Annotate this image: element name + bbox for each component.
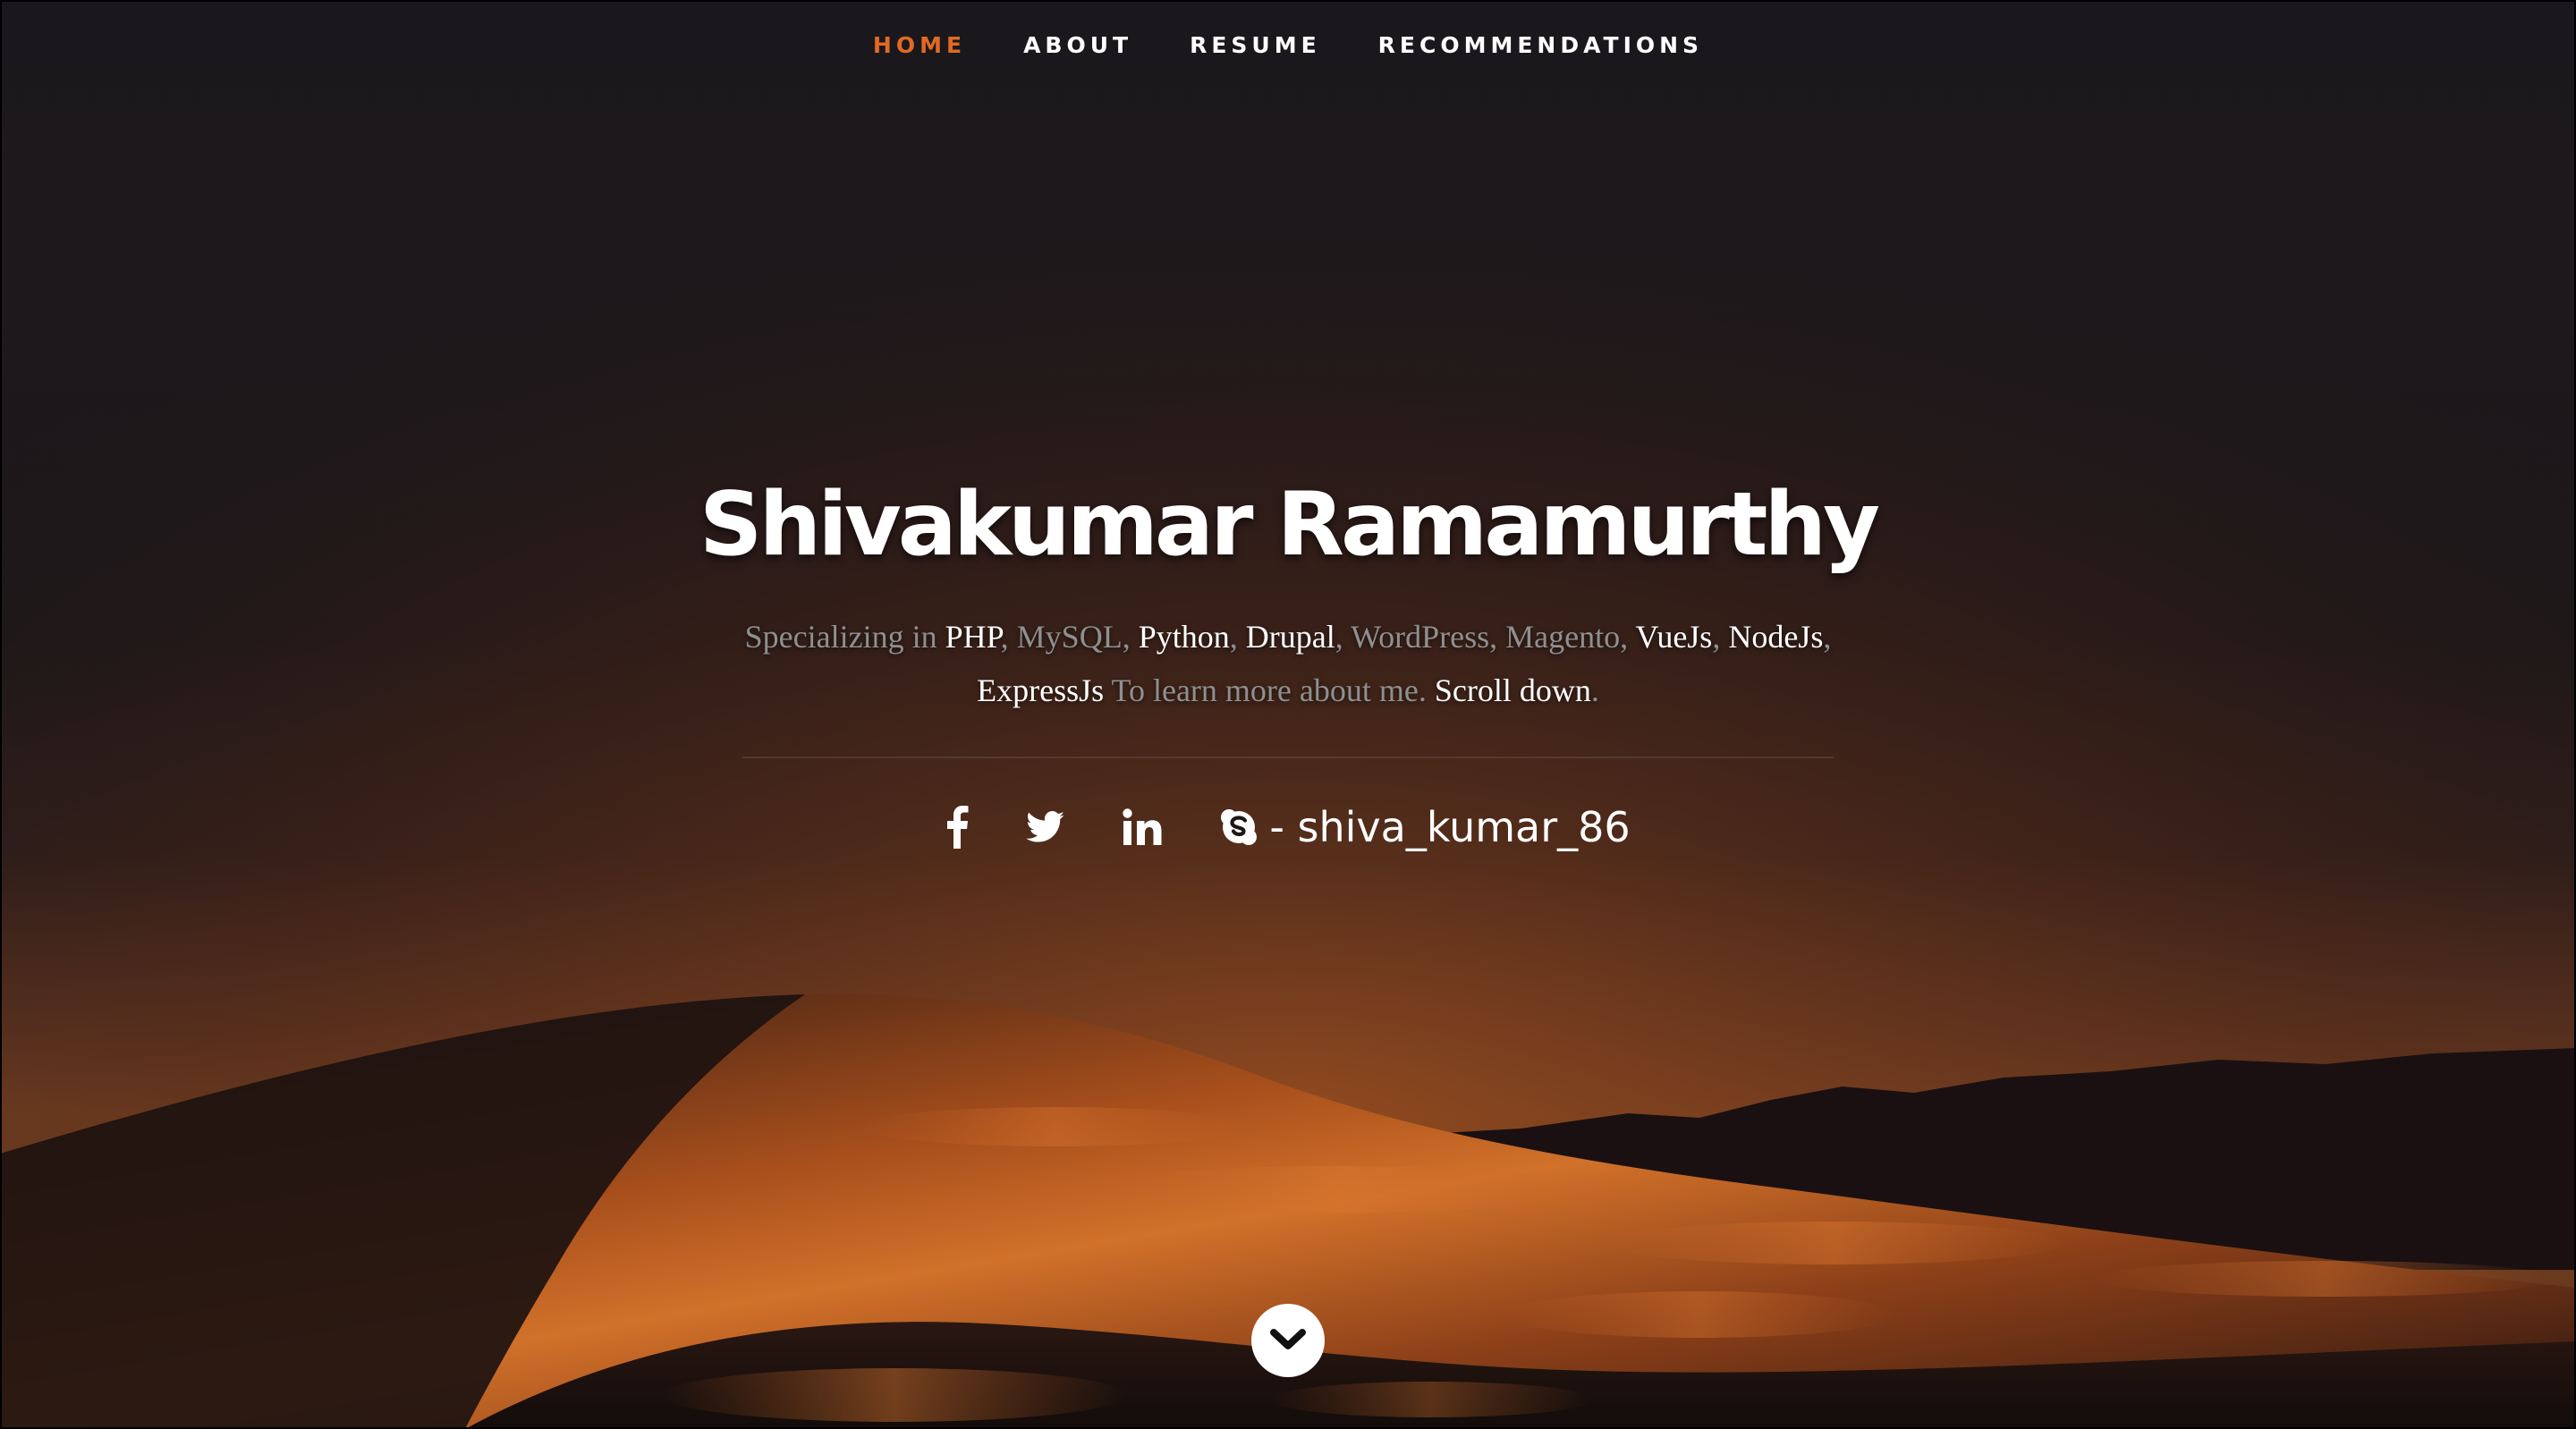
divider bbox=[742, 757, 1834, 758]
page-title: Shivakumar Ramamurthy bbox=[699, 474, 1880, 576]
facebook-link[interactable] bbox=[945, 806, 969, 849]
nav-item-recommendations[interactable]: RECOMMENDATIONS bbox=[1378, 32, 1703, 58]
skype-icon bbox=[1221, 809, 1258, 845]
skill-expressjs: ExpressJs bbox=[977, 672, 1105, 708]
description-middle: To learn more about me. bbox=[1104, 672, 1435, 708]
chevron-down-icon bbox=[1270, 1329, 1306, 1349]
hero-section: HOME ABOUT RESUME RECOMMENDATIONS Shivak… bbox=[0, 0, 2576, 1429]
skype-handle: - shiva_kumar_86 bbox=[1269, 803, 1631, 851]
skill-wordpress: WordPress bbox=[1351, 619, 1490, 655]
hero-content: Shivakumar Ramamurthy Specializing in PH… bbox=[0, 474, 2576, 858]
skill-vuejs: VueJs bbox=[1635, 619, 1713, 655]
linkedin-link[interactable] bbox=[1123, 808, 1162, 846]
hero-description: Specializing in PHP, MySQL, Python, Drup… bbox=[744, 619, 1832, 708]
linkedin-icon bbox=[1123, 808, 1162, 845]
skill-python: Python bbox=[1138, 619, 1230, 655]
twitter-icon bbox=[1026, 811, 1065, 842]
main-nav: HOME ABOUT RESUME RECOMMENDATIONS bbox=[0, 0, 2576, 89]
twitter-link[interactable] bbox=[1026, 811, 1065, 843]
nav-item-home[interactable]: HOME bbox=[873, 32, 966, 58]
facebook-icon bbox=[947, 806, 969, 849]
nav-item-resume[interactable]: RESUME bbox=[1190, 32, 1321, 58]
skill-drupal: Drupal bbox=[1245, 619, 1335, 655]
social-links: - shiva_kumar_86 bbox=[0, 796, 2576, 858]
skill-mysql: MySQL bbox=[1016, 619, 1123, 655]
skype-link[interactable]: - shiva_kumar_86 bbox=[1219, 803, 1631, 851]
scroll-down-button[interactable] bbox=[1251, 1304, 1325, 1377]
skill-nodejs: NodeJs bbox=[1728, 619, 1824, 655]
scroll-down-link[interactable]: Scroll down bbox=[1435, 672, 1591, 708]
skill-magento: Magento bbox=[1505, 619, 1621, 655]
skill-php: PHP bbox=[945, 619, 1001, 655]
nav-item-about[interactable]: ABOUT bbox=[1023, 32, 1132, 58]
description-suffix: . bbox=[1590, 672, 1599, 708]
description-prefix: Specializing in bbox=[744, 619, 945, 655]
